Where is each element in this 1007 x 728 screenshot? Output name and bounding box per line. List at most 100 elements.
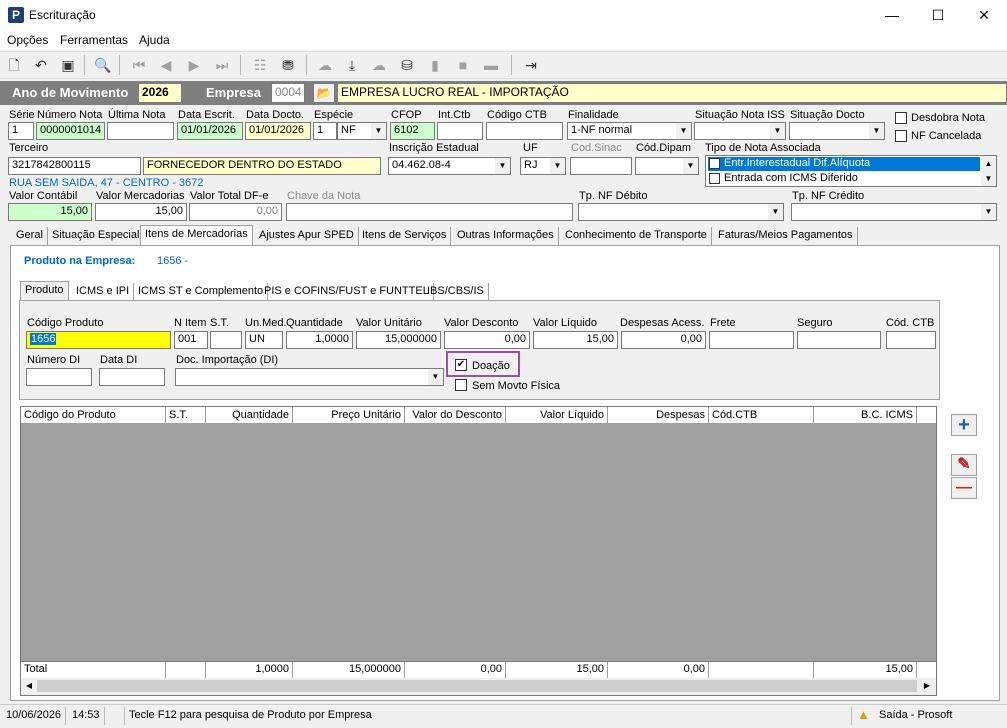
items-grid[interactable]: Código do Produto S.T. Quantidade Preço … [20,406,937,696]
tab-outras-info[interactable]: Outras Informações [453,227,559,245]
codctb-item-field[interactable] [886,331,936,349]
folder-open-icon[interactable]: 📂 [313,83,335,103]
scroll-left-icon[interactable]: ◀ [23,680,35,692]
tab-faturas[interactable]: Faturas/Meios Pagamentos [714,227,858,245]
undo-icon[interactable]: ↶ [30,54,52,76]
desdobra-checkbox[interactable] [895,112,907,124]
valor-contabil-field[interactable]: 15,00 [8,203,92,221]
tp-credito-combo[interactable]: ▼ [791,203,997,221]
doacao-checkbox[interactable]: ✔ [455,359,467,371]
stamp-icon[interactable]: ⛃ [277,54,299,76]
scroll-right-icon[interactable]: ▶ [921,680,933,692]
tab-itens-servicos[interactable]: Itens de Serviços [358,227,452,245]
tipo-assoc-checkbox-1[interactable] [709,173,720,184]
uf-combo[interactable]: RJ ▼ [520,157,566,175]
menu-opcoes[interactable]: Opções [7,33,48,47]
tipo-assoc-item[interactable]: Entrada com ICMS Diferido [708,172,980,186]
tab-ajustes-sped[interactable]: Ajustes Apur SPED [255,227,359,245]
subtab-icms-st[interactable]: ICMS ST e Complemento [134,283,269,301]
vdesc-field[interactable]: 0,00 [444,331,530,349]
serie-field[interactable]: 1 [8,122,34,140]
tipo-assoc-item-selected[interactable]: Entr.Interestadual Dif.Alíquota [708,157,980,171]
list-scrollbar[interactable]: ▲ ▼ [981,156,996,186]
cloud2-icon[interactable]: ☁ [368,54,390,76]
grid-header-cell[interactable]: Despesas [608,407,709,424]
tab-situacao-especial[interactable]: Situação Especial [48,227,145,245]
codctb-field[interactable] [486,122,563,140]
grid-header-cell[interactable]: Cód.CTB [709,407,814,424]
tipo-assoc-checkbox-0[interactable] [709,158,720,169]
qtd-field[interactable]: 1,0000 [286,331,353,349]
prev-icon[interactable]: ◀ [155,54,177,76]
grid-header-cell[interactable]: Código do Produto [21,407,166,424]
nitem-field[interactable]: 001 [174,331,208,349]
seguro-field[interactable] [797,331,881,349]
valor-merc-field[interactable]: 15,00 [95,203,187,221]
grid-header-cell[interactable]: Valor Líquido [506,407,608,424]
coins-icon[interactable]: ⛁ [396,54,418,76]
grid-header-cell[interactable]: Quantidade [206,407,293,424]
sit-docto-combo[interactable]: ▼ [789,122,885,140]
minimize-button[interactable]: — [869,0,915,30]
terceiro-code-field[interactable]: 3217842800115 [8,157,141,175]
docimp-combo[interactable]: ▼ [175,368,444,386]
tab-conhecimento[interactable]: Conhecimento de Transporte [561,227,712,245]
unmed-field[interactable]: UN [245,331,283,349]
menu-ferramentas[interactable]: Ferramentas [60,33,128,47]
finalidade-combo[interactable]: 1-NF normal ▼ [567,122,692,140]
grid-header-cell[interactable]: Valor do Desconto [405,407,506,424]
st-field[interactable] [210,331,242,349]
scroll-thumb[interactable] [37,680,917,692]
cfop-field[interactable]: 6102 [390,122,435,140]
cod-prod-field[interactable]: 1656 [26,331,171,349]
doc2-icon[interactable]: ■ [452,54,474,76]
cloud-icon[interactable]: ☁ [314,54,336,76]
close-button[interactable]: ✕ [961,0,1007,30]
ano-field[interactable]: 2026 [138,83,182,103]
sit-iss-combo[interactable]: ▼ [694,122,786,140]
semmovto-checkbox[interactable] [455,379,467,391]
add-item-button[interactable]: + [951,414,977,436]
subtab-icms-ipi[interactable]: ICMS e IPI [72,283,135,301]
first-icon[interactable]: ⏮ [128,54,150,76]
cancelada-checkbox[interactable] [895,130,907,142]
intctb-field[interactable] [437,122,483,140]
download-icon[interactable]: ⤓ [341,54,363,76]
tipo-assoc-list[interactable]: Entr.Interestadual Dif.Alíquota Entrada … [705,155,997,187]
numero-field[interactable]: 0000001014 [36,122,105,140]
tab-itens-mercadorias[interactable]: Itens de Mercadorias [140,225,253,245]
subtab-ibs-cbs[interactable]: IBS/CBS/IS [423,283,489,301]
grid-header-cell[interactable]: S.T. [166,407,206,424]
codsinac-field[interactable] [570,157,632,175]
numdi-field[interactable] [26,368,92,386]
preview-icon[interactable]: 🔍 [92,54,114,76]
save-icon[interactable]: ▣ [57,54,79,76]
data-docto-field[interactable]: 01/01/2026 [245,122,311,140]
grid-header-cell[interactable]: Preço Unitário [293,407,405,424]
desp-field[interactable]: 0,00 [621,331,706,349]
maximize-button[interactable]: ☐ [915,0,961,30]
next-icon[interactable]: ▶ [183,54,205,76]
tab-geral[interactable]: Geral [12,227,48,245]
subtab-pis-cofins[interactable]: PIS e COFINS/FUST e FUNTTEL [260,283,434,301]
empresa-code-field[interactable]: 0004 [271,83,305,103]
chave-field[interactable] [286,203,573,221]
subtab-produto[interactable]: Produto [20,281,69,301]
especie-num-field[interactable]: 1 [313,122,337,140]
grid-header-cell[interactable]: B.C. ICMS [814,407,917,424]
minus-icon[interactable]: ▬ [480,54,502,76]
ie-combo[interactable]: 04.462.08-4 ▼ [388,157,511,175]
vunit-field[interactable]: 15,000000 [356,331,441,349]
valor-dfe-field[interactable]: 0,00 [189,203,282,221]
last-icon[interactable]: ⏭ [211,54,233,76]
doc-icon[interactable]: ▮ [424,54,446,76]
tp-debito-combo[interactable]: ▼ [578,203,784,221]
frete-field[interactable] [709,331,794,349]
data-escrit-field[interactable]: 01/01/2026 [177,122,243,140]
grid-hscrollbar[interactable]: ◀ ▶ [21,678,936,695]
exit-icon[interactable]: ⇥ [520,54,542,76]
datadi-field[interactable] [99,368,165,386]
tree-icon[interactable]: ☷ [249,54,271,76]
menu-ajuda[interactable]: Ajuda [139,33,170,47]
new-doc-icon[interactable]: 🗋 [3,54,25,76]
